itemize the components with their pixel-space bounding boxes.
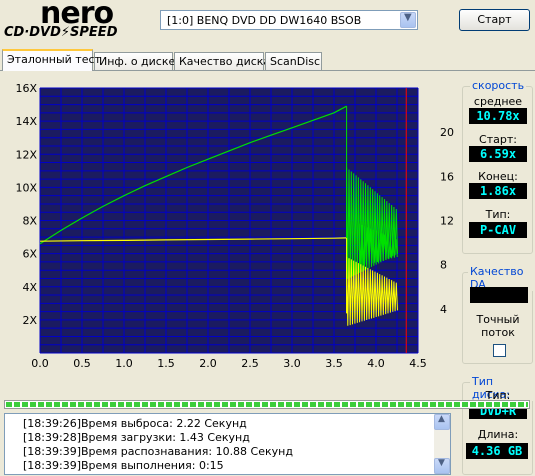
log-text: Время загрузки: 1.43 Секунд <box>81 431 250 444</box>
y-left-tick-label: 10X <box>15 181 37 194</box>
y-right-tick-label: 16 <box>440 170 454 183</box>
benchmark-chart: 0.0 0.5 1.0 1.5 2.0 2.5 3.0 3.5 4.0 4.5 2X 4X 6X 8X 10… <box>15 82 454 370</box>
log-scrollbar[interactable]: ▲ ▼ <box>434 414 450 474</box>
y-right-tick-label: 8 <box>440 259 447 272</box>
drive-select[interactable]: [1:0] BENQ DVD DD DW1640 BSOB ▼ <box>160 10 418 30</box>
log-time: [18:39:26] <box>23 417 81 430</box>
x-tick-label: 3.0 <box>283 357 301 370</box>
scroll-down-icon[interactable]: ▼ <box>434 458 450 474</box>
tab-disc-info[interactable]: Инф. о диске <box>94 52 175 70</box>
y-left-tick-label: 14X <box>15 115 37 128</box>
x-tick-label: 3.5 <box>325 357 343 370</box>
cd-dvd-speed-logo: CD·DVD⚡SPEED <box>4 25 118 40</box>
disc-length-label: Длина: <box>477 428 519 441</box>
y-left-tick-label: 2X <box>22 314 37 327</box>
x-tick-label: 0.5 <box>73 357 91 370</box>
accurate-stream-label-2: поток <box>481 326 515 339</box>
y-left-tick-label: 16X <box>15 82 37 95</box>
tab-scandisc[interactable]: ScanDisc <box>265 52 322 70</box>
log-row: [18:39:39]Время распознавания: 10.88 Сек… <box>23 445 293 458</box>
x-tick-label: 0.0 <box>31 357 49 370</box>
drive-select-value: [1:0] BENQ DVD DD DW1640 BSOB <box>167 14 362 27</box>
log-row: [18:39:28]Время загрузки: 1.43 Секунд <box>23 431 250 444</box>
tab-benchmark[interactable]: Эталонный тест <box>2 49 101 71</box>
log-time: [18:39:28] <box>23 431 81 444</box>
chevron-down-icon[interactable]: ▼ <box>400 12 416 28</box>
y-left-tick-label: 12X <box>15 148 37 161</box>
avg-speed-value: 10.78x <box>469 108 527 124</box>
log-row: [18:39:39]Время выполнения: 0:15 <box>23 459 224 472</box>
progress-bar <box>4 400 530 409</box>
y-left-tick-label: 4X <box>22 281 37 294</box>
y-right-tick-label: 4 <box>440 303 447 316</box>
start-button[interactable]: Старт <box>459 9 530 31</box>
log-row: [18:39:26]Время выброса: 2.22 Секунд <box>23 417 247 430</box>
y-left-tick-label: 8X <box>22 215 37 228</box>
start-speed-label: Старт: <box>479 133 517 146</box>
progress-fill <box>6 402 528 407</box>
disc-length-value: 4.36 GB <box>466 443 528 459</box>
speed-type-value: P-CAV <box>469 222 527 238</box>
log-list[interactable]: [18:39:26]Время выброса: 2.22 Секунд [18… <box>4 413 451 475</box>
x-tick-label: 1.0 <box>115 357 133 370</box>
x-tick-label: 4.0 <box>367 357 385 370</box>
accurate-stream-label-1: Точный <box>476 313 520 326</box>
scroll-up-icon[interactable]: ▲ <box>434 414 450 430</box>
x-tick-label: 2.0 <box>199 357 217 370</box>
speed-group-title: скорость <box>470 79 527 92</box>
y-right-tick-label: 12 <box>440 215 454 228</box>
y-right-tick-label: 20 <box>440 126 454 139</box>
log-time: [18:39:39] <box>23 445 81 458</box>
quality-da-value <box>470 287 528 303</box>
x-tick-label: 4.5 <box>409 357 427 370</box>
accurate-stream-checkbox[interactable] <box>493 344 506 357</box>
log-time: [18:39:39] <box>23 459 81 472</box>
end-speed-label: Конец: <box>478 170 518 183</box>
tab-disc-quality[interactable]: Качество диска <box>174 52 270 70</box>
log-text: Время выброса: 2.22 Секунд <box>81 417 247 430</box>
x-tick-label: 1.5 <box>157 357 175 370</box>
log-text: Время выполнения: 0:15 <box>81 459 224 472</box>
avg-speed-label: среднее <box>473 95 523 108</box>
start-speed-value: 6.59x <box>469 146 527 162</box>
end-speed-value: 1.86x <box>469 183 527 199</box>
log-text: Время распознавания: 10.88 Секунд <box>81 445 293 458</box>
speed-type-label: Тип: <box>485 208 511 221</box>
x-tick-label: 2.5 <box>241 357 259 370</box>
y-left-tick-label: 6X <box>22 248 37 261</box>
